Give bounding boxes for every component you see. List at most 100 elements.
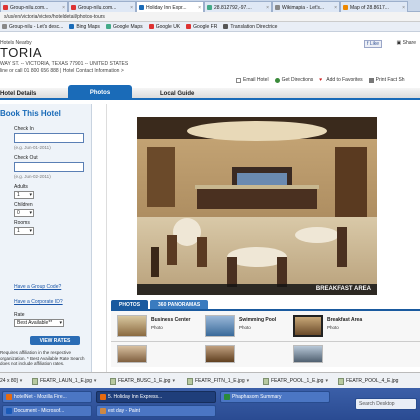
file-icon: [32, 377, 38, 385]
download-item[interactable]: FEATR_POOL_4_E.jpg: [338, 376, 398, 386]
email-icon: [236, 77, 241, 83]
close-tab-icon[interactable]: ×: [402, 5, 405, 11]
download-item[interactable]: FEATR_FITN_1_E.jpg ▾: [187, 376, 249, 386]
bookmark-item[interactable]: Google Maps: [105, 24, 143, 30]
spreadsheet-icon: [224, 394, 230, 400]
print-fact-sheet-link[interactable]: Print Fact Sh: [368, 77, 405, 83]
browser-tab[interactable]: Group-nilu.com... ×: [68, 1, 136, 12]
adults-label: Adults: [14, 184, 28, 190]
breakfast-area-thumb[interactable]: [293, 315, 323, 337]
file-icon: [187, 377, 193, 385]
checkout-label: Check Out: [14, 155, 38, 161]
rooms-select[interactable]: 1: [14, 227, 34, 235]
hotel-contact[interactable]: line or call 01 800 656 888 | Hotel Cont…: [0, 68, 124, 74]
close-tab-icon[interactable]: ×: [334, 5, 337, 11]
address-url: s/us/en/victoria/victex/hoteldetail/phot…: [4, 14, 105, 20]
bookmark-item[interactable]: Google FR: [186, 24, 217, 30]
checkout-input[interactable]: [14, 162, 84, 172]
downloads-bar: 24 x 80] ▾ FEATR_LAUN_1_E.jpg ▾ FEATR_BUSC…: [0, 372, 420, 388]
thumb-sub: Photo: [327, 325, 339, 330]
dropdown-icon: ▾: [325, 378, 328, 384]
children-select[interactable]: 0: [14, 209, 34, 217]
printer-icon: [368, 77, 374, 83]
close-tab-icon[interactable]: ×: [130, 5, 133, 11]
bookmark-item[interactable]: Bing Maps: [69, 24, 100, 30]
add-favorites-link[interactable]: ♥ Add to Favorites: [319, 77, 362, 83]
browser-tab[interactable]: Map of 28.8617... ×: [340, 1, 408, 12]
browser-tab[interactable]: Wikimapia - Let's... ×: [272, 1, 340, 12]
bookmark-label: Google FR: [193, 23, 218, 30]
tab-hotel-details[interactable]: Hotel Details: [0, 88, 36, 100]
more-photo-thumb[interactable]: [117, 345, 147, 363]
dropdown-icon: ▾: [246, 378, 250, 384]
more-photo-thumb[interactable]: [205, 345, 235, 363]
globe-icon: [274, 77, 280, 83]
group-code-link[interactable]: Have a Group Code?: [14, 284, 61, 290]
business-center-thumb[interactable]: [117, 315, 147, 337]
taskbar-summary[interactable]: Phaphasom Summary: [220, 391, 330, 403]
more-photo-thumb[interactable]: [293, 345, 323, 363]
thumb-row-divider: [111, 341, 420, 342]
bookmarks-bar: Group-nilu - Let's desc... Bing Maps Googl…: [0, 22, 420, 32]
checkin-input[interactable]: [14, 133, 84, 143]
close-tab-icon[interactable]: ×: [266, 5, 269, 11]
taskbar-firefox[interactable]: hotelNet - Mozilla Fire...: [2, 391, 92, 403]
tab-photos[interactable]: Photos: [68, 85, 132, 100]
download-item[interactable]: 24 x 80] ▾: [0, 376, 22, 386]
swimming-pool-thumb[interactable]: [205, 315, 235, 337]
hotel-nav-tabs: Hotel Details Photos Local Guide: [0, 85, 420, 100]
corporate-id-link[interactable]: Have a Corporate ID?: [14, 299, 63, 305]
dropdown-icon: ▾: [93, 378, 97, 384]
bookmark-label: Bing Maps: [76, 23, 100, 30]
download-item[interactable]: FEATR_POOL_1_E.jpg ▾: [263, 376, 328, 386]
taskbar-word[interactable]: Document - Microsof...: [2, 405, 92, 417]
booking-sidebar: Book This Hotel Check In (e.g. Jun-01-20…: [0, 104, 92, 374]
tab-label: Group-nilu.com...: [78, 4, 117, 11]
close-tab-icon[interactable]: ×: [62, 5, 65, 11]
adults-select[interactable]: 1: [14, 191, 34, 199]
bookmark-item[interactable]: Google UK: [148, 24, 180, 30]
favicon-icon: [71, 5, 76, 10]
breakfast-area-photo[interactable]: [137, 117, 377, 295]
email-hotel-link[interactable]: Email Hotel: [236, 77, 269, 83]
bookmark-item[interactable]: Group-nilu - Let's desc...: [2, 24, 63, 30]
heart-icon: ♥: [319, 76, 323, 83]
tab-local-guide[interactable]: Local Guide: [160, 88, 194, 100]
download-item[interactable]: FEATR_BUSC_1_E.jpg ▾: [110, 376, 175, 386]
photo-caption: BREAKFAST AREA: [315, 286, 371, 292]
desktop-search-box[interactable]: Search Desktop: [355, 398, 417, 410]
browser-tab[interactable]: Group-nilu.com... ×: [0, 1, 68, 12]
bookmark-favicon-icon: [105, 24, 111, 29]
bookmark-favicon-icon: [69, 24, 75, 29]
rooms-label: Rooms: [14, 220, 30, 226]
hotel-address: WAY ST. -- VICTORIA, TEXAS 77901 -- UNIT…: [0, 61, 129, 67]
checkin-hint: (e.g. Jun-01-2011): [14, 145, 51, 150]
photo-thumbnails: Business Center Photo Swimming Pool Phot…: [111, 309, 420, 367]
tab-label: Group-nilu.com...: [10, 4, 49, 11]
bookmark-favicon-icon: [2, 24, 7, 29]
favicon-icon: [343, 5, 348, 10]
view-rates-button[interactable]: VIEW RATES: [30, 336, 80, 345]
thumb-title: Business Center: [151, 317, 191, 323]
download-item[interactable]: FEATR_LAUN_1_E.jpg ▾: [32, 376, 96, 386]
bookmark-label: Group-nilu - Let's desc...: [9, 23, 64, 30]
facebook-like-button[interactable]: f Like: [364, 40, 382, 48]
taskbar-paint[interactable]: ext day - Paint: [96, 405, 216, 417]
browser-tab[interactable]: Holiday Inn Expr... ×: [136, 1, 204, 12]
address-bar[interactable]: s/us/en/victoria/victex/hoteldetail/phot…: [0, 12, 420, 22]
tab-photos-gallery[interactable]: PHOTOS: [111, 300, 149, 309]
web-page: Hotels Nearby f Like ▣ Share TORIA WAY S…: [0, 32, 420, 374]
share-button[interactable]: ▣ Share: [397, 40, 416, 46]
taskbar-holiday-inn[interactable]: 5. Holiday Inn Express...: [96, 391, 216, 403]
bookmark-item[interactable]: Translation Directrice: [223, 24, 277, 30]
rate-select[interactable]: Best Available**: [14, 319, 64, 327]
close-tab-icon[interactable]: ×: [198, 5, 201, 11]
hotel-actions: Email Hotel Get Directions ♥ Add to Favor…: [236, 77, 405, 83]
browser-tab[interactable]: 28.812792,-97.... ×: [204, 1, 272, 12]
get-directions-link[interactable]: Get Directions: [274, 77, 313, 83]
rate-disclaimer: Requires affiliation in the respective o…: [0, 350, 85, 366]
favicon-icon: [207, 5, 212, 10]
tab-360-panoramas[interactable]: 360 PANORAMAS: [150, 300, 209, 309]
tab-label: Holiday Inn Expr...: [146, 4, 187, 11]
checkout-hint: (e.g. Jun-02-2011): [14, 174, 51, 179]
